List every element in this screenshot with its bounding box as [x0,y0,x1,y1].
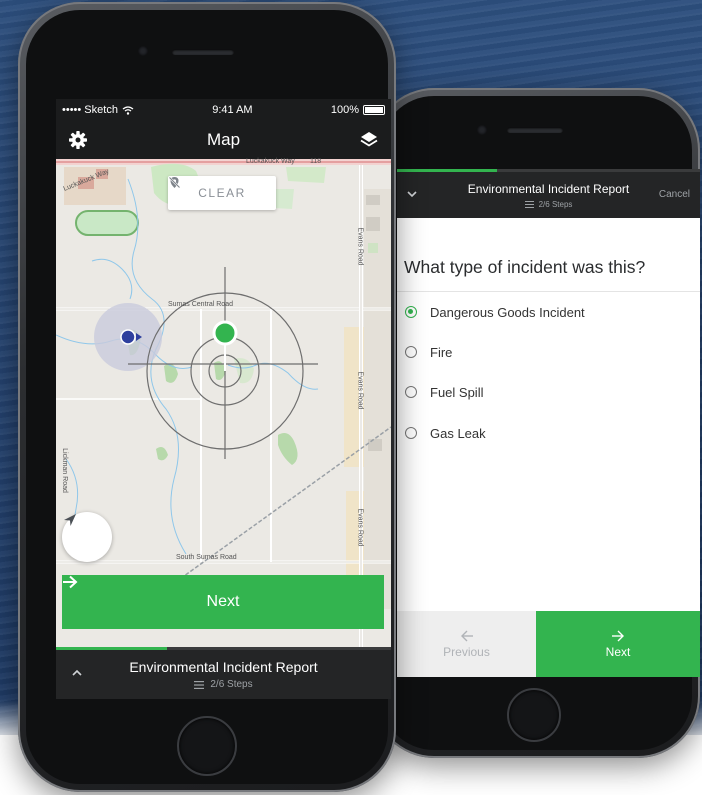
status-bar: ••••• Sketch 9:41 AM 100% [56,99,391,121]
progress-bar [397,169,700,172]
road-label: Luckakuck Way [246,158,295,165]
nav-bar: Map [56,121,391,159]
question-text: What type of incident was this? [404,257,646,277]
option-fire[interactable]: Fire [405,340,452,364]
map-view[interactable]: Luckakuck Way Luckakuck Way 118 Sumas Ce… [56,158,391,647]
clock: 9:41 AM [212,104,253,116]
home-button[interactable] [507,688,561,742]
steps-indicator: 2/6 Steps [397,200,700,209]
front-camera [477,125,487,135]
wifi-icon [122,105,134,115]
option-fuel-spill[interactable]: Fuel Spill [405,380,483,404]
question-screen: Environmental Incident Report 2/6 Steps … [397,169,700,677]
map-canvas [56,159,391,647]
list-icon [524,201,534,208]
phone-map: ••••• Sketch 9:41 AM 100% Map Luckakuck … [18,2,396,792]
map-screen: ••••• Sketch 9:41 AM 100% Map Luckakuck … [56,99,391,699]
option-label: Fuel Spill [430,384,484,400]
road-label: 118 [310,158,322,165]
steps-text: 2/6 Steps [210,679,253,690]
option-label: Dangerous Goods Incident [430,304,585,320]
arrow-right-icon [612,630,624,641]
gear-icon[interactable] [68,130,88,150]
phone-question: Environmental Incident Report 2/6 Steps … [372,88,700,758]
earpiece [507,127,563,133]
list-icon [194,680,205,689]
navigation-arrow-icon [64,514,76,526]
road-label: South Sumas Road [176,554,237,561]
arrow-right-icon [63,575,78,589]
option-label: Fire [430,344,453,360]
previous-button[interactable]: Previous [397,611,536,677]
next-label: Next [605,644,631,659]
front-camera [138,46,148,56]
road-label: Evans Road [356,371,364,410]
radio-button[interactable] [405,427,417,439]
location-off-icon [168,176,181,189]
cancel-button[interactable]: Cancel [659,189,690,200]
battery-icon [362,105,385,115]
clear-button[interactable]: CLEAR [168,176,276,210]
arrow-left-icon [460,630,473,641]
radio-button[interactable] [405,346,417,358]
road-label: Sumas Central Road [168,301,233,308]
steps-text: 2/6 Steps [538,200,573,209]
road-label: Evans Road [356,227,364,266]
next-button[interactable]: Next [62,575,384,629]
option-gas-leak[interactable]: Gas Leak [405,421,486,445]
road-label: Lickman Road [60,448,68,493]
battery-percent: 100% [330,104,359,116]
locate-me-button[interactable] [62,512,112,562]
layers-icon[interactable] [359,130,379,150]
question-header: Environmental Incident Report 2/6 Steps … [397,169,700,218]
options-list: Dangerous Goods Incident Fire Fuel Spill… [397,291,700,612]
option-dangerous-goods[interactable]: Dangerous Goods Incident [405,300,585,324]
earpiece [172,49,234,55]
steps-indicator: 2/6 Steps [56,679,391,690]
previous-label: Previous [443,644,490,659]
report-title: Environmental Incident Report [129,659,318,675]
clear-label: CLEAR [198,186,246,200]
question-footer: Previous Next [397,611,700,677]
option-label: Gas Leak [430,425,486,441]
report-bar[interactable]: Environmental Incident Report 2/6 Steps [56,650,391,699]
radio-button[interactable] [405,386,417,398]
page-title: Map [206,130,241,149]
home-button[interactable] [177,716,237,776]
next-button[interactable]: Next [536,611,700,677]
carrier: ••••• Sketch [62,104,118,116]
report-title: Environmental Incident Report [467,182,630,196]
radio-button[interactable] [405,306,417,318]
road-label: Evans Road [356,508,364,547]
next-label: Next [206,593,240,610]
